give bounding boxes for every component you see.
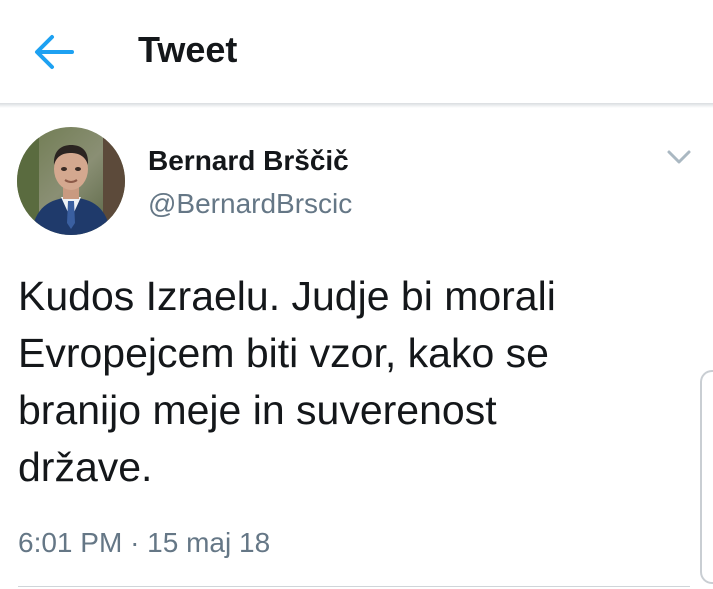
chevron-down-icon (667, 150, 691, 164)
tweet-date: 15 maj 18 (147, 527, 271, 558)
divider (18, 586, 690, 587)
header-divider (0, 103, 713, 108)
back-button[interactable] (28, 30, 78, 74)
profile-photo (17, 127, 125, 235)
tweet-text: Kudos Izraelu. Judje bi morali Evropejce… (18, 273, 556, 490)
page-title: Tweet (138, 29, 238, 70)
avatar[interactable] (17, 127, 125, 235)
author-display-name[interactable]: Bernard Brščič (148, 144, 349, 178)
meta-separator: · (130, 527, 140, 558)
tweet-timestamp[interactable]: 6:01 PM · 15 maj 18 (18, 526, 270, 560)
tweet-time: 6:01 PM (18, 527, 123, 558)
app-header: Tweet (0, 0, 713, 103)
tweet-detail-screen: Tweet Bernard Brščič @BernardBrscic Kudo… (0, 0, 713, 589)
author-handle[interactable]: @BernardBrscic (148, 187, 352, 221)
tweet-menu-button[interactable] (664, 143, 694, 171)
scroll-edge-indicator (700, 370, 713, 584)
arrow-left-icon (35, 35, 74, 69)
